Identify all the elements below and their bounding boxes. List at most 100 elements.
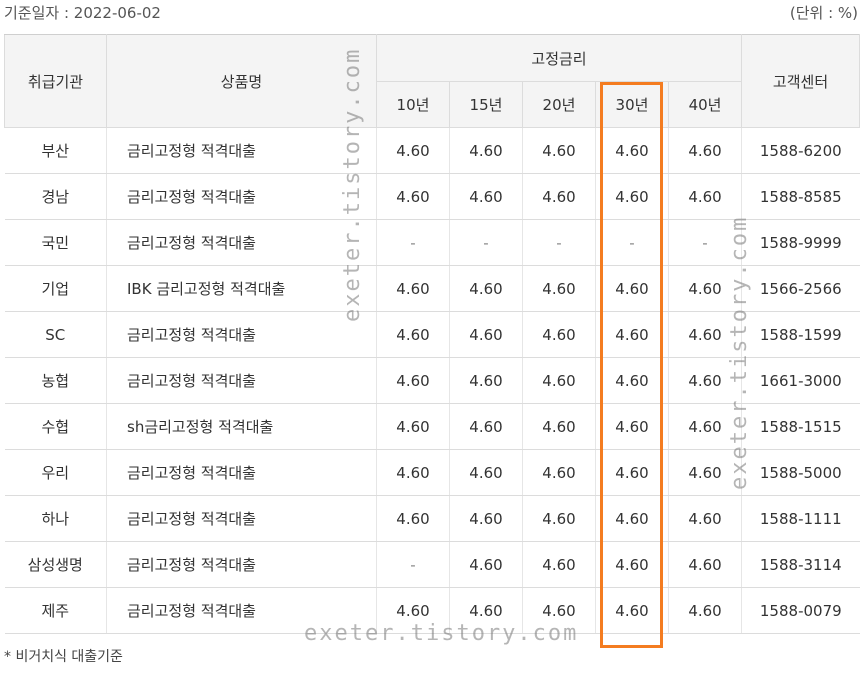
header-institution: 취급기관 <box>4 34 107 128</box>
phone-cell: 1588-5000 <box>741 449 860 496</box>
footnote: * 비거치식 대출기준 <box>4 649 123 665</box>
reference-date: 기준일자 : 2022-06-02 <box>4 4 161 22</box>
table-row: 국민 금리고정형 적격대출 - - - - - 1588-9999 <box>4 219 860 266</box>
rate-cell: 4.60 <box>667 587 742 634</box>
institution-cell: 경남 <box>4 173 107 220</box>
header-fixed-rate: 고정금리 <box>375 34 743 82</box>
rate-cell: - <box>595 219 669 266</box>
header-term-20: 20년 <box>522 81 596 128</box>
product-cell: 금리고정형 적격대출 <box>106 357 377 404</box>
product-cell: 금리고정형 적격대출 <box>106 587 377 634</box>
rate-cell: - <box>667 219 742 266</box>
rate-cell: 4.60 <box>667 403 742 450</box>
table-row: 농협 금리고정형 적격대출 4.60 4.60 4.60 4.60 4.60 1… <box>4 357 860 404</box>
rate-cell: 4.60 <box>522 403 596 450</box>
rate-cell: 4.60 <box>522 265 596 312</box>
rate-cell: 4.60 <box>667 311 742 358</box>
product-cell: IBK 금리고정형 적격대출 <box>106 265 377 312</box>
product-cell: sh금리고정형 적격대출 <box>106 403 377 450</box>
product-cell: 금리고정형 적격대출 <box>106 219 377 266</box>
rate-cell: 4.60 <box>667 449 742 496</box>
rate-cell: 4.60 <box>522 357 596 404</box>
phone-cell: 1588-0079 <box>741 587 860 634</box>
phone-cell: 1566-2566 <box>741 265 860 312</box>
table-row: 경남 금리고정형 적격대출 4.60 4.60 4.60 4.60 4.60 1… <box>4 173 860 220</box>
institution-cell: 우리 <box>4 449 107 496</box>
product-cell: 금리고정형 적격대출 <box>106 449 377 496</box>
product-cell: 금리고정형 적격대출 <box>106 495 377 542</box>
table-row: 우리 금리고정형 적격대출 4.60 4.60 4.60 4.60 4.60 1… <box>4 449 860 496</box>
rate-cell: - <box>376 219 450 266</box>
rate-cell: 4.60 <box>667 265 742 312</box>
rate-cell: 4.60 <box>376 403 450 450</box>
rate-cell: 4.60 <box>595 311 669 358</box>
table-row: SC 금리고정형 적격대출 4.60 4.60 4.60 4.60 4.60 1… <box>4 311 860 358</box>
table-body: 부산 금리고정형 적격대출 4.60 4.60 4.60 4.60 4.60 1… <box>4 127 860 634</box>
unit-label: (단위 : %) <box>789 4 858 22</box>
header-product: 상품명 <box>106 34 377 128</box>
institution-cell: 농협 <box>4 357 107 404</box>
rate-cell: 4.60 <box>449 541 523 588</box>
header-term-15: 15년 <box>449 81 523 128</box>
product-cell: 금리고정형 적격대출 <box>106 541 377 588</box>
table-row: 삼성생명 금리고정형 적격대출 - 4.60 4.60 4.60 4.60 15… <box>4 541 860 588</box>
loan-rate-table: 취급기관 상품명 고정금리 고객센터 10년 15년 20년 30년 40년 부… <box>4 34 861 634</box>
rate-cell: 4.60 <box>449 587 523 634</box>
rate-cell: 4.60 <box>376 173 450 220</box>
phone-cell: 1588-3114 <box>741 541 860 588</box>
rate-cell: 4.60 <box>449 311 523 358</box>
rate-cell: - <box>376 541 450 588</box>
rate-cell: 4.60 <box>522 449 596 496</box>
rate-cell: 4.60 <box>667 357 742 404</box>
phone-cell: 1588-9999 <box>741 219 860 266</box>
phone-cell: 1588-6200 <box>741 127 860 174</box>
rate-cell: 4.60 <box>376 127 450 174</box>
rate-cell: 4.60 <box>595 449 669 496</box>
product-cell: 금리고정형 적격대출 <box>106 311 377 358</box>
table-row: 수협 sh금리고정형 적격대출 4.60 4.60 4.60 4.60 4.60… <box>4 403 860 450</box>
rate-cell: 4.60 <box>449 357 523 404</box>
rate-cell: 4.60 <box>522 541 596 588</box>
phone-cell: 1661-3000 <box>741 357 860 404</box>
institution-cell: 국민 <box>4 219 107 266</box>
table-row: 하나 금리고정형 적격대출 4.60 4.60 4.60 4.60 4.60 1… <box>4 495 860 542</box>
rate-cell: 4.60 <box>595 587 669 634</box>
table-row: 기업 IBK 금리고정형 적격대출 4.60 4.60 4.60 4.60 4.… <box>4 265 860 312</box>
rate-cell: 4.60 <box>595 127 669 174</box>
header-term-40: 40년 <box>667 81 743 128</box>
rate-cell: 4.60 <box>667 127 742 174</box>
rate-cell: 4.60 <box>376 357 450 404</box>
product-cell: 금리고정형 적격대출 <box>106 173 377 220</box>
rate-cell: 4.60 <box>595 403 669 450</box>
institution-cell: SC <box>4 311 107 358</box>
phone-cell: 1588-1515 <box>741 403 860 450</box>
header-term-10: 10년 <box>376 81 450 128</box>
rate-cell: 4.60 <box>449 449 523 496</box>
header-customer-center: 고객센터 <box>741 34 861 128</box>
rate-cell: 4.60 <box>449 403 523 450</box>
rate-cell: 4.60 <box>595 495 669 542</box>
institution-cell: 하나 <box>4 495 107 542</box>
rate-cell: 4.60 <box>449 173 523 220</box>
phone-cell: 1588-8585 <box>741 173 860 220</box>
rate-cell: - <box>522 219 596 266</box>
institution-cell: 기업 <box>4 265 107 312</box>
phone-cell: 1588-1599 <box>741 311 860 358</box>
rate-cell: - <box>449 219 523 266</box>
rate-cell: 4.60 <box>376 449 450 496</box>
rate-cell: 4.60 <box>449 127 523 174</box>
rate-cell: 4.60 <box>449 265 523 312</box>
rate-cell: 4.60 <box>522 127 596 174</box>
rate-cell: 4.60 <box>449 495 523 542</box>
institution-cell: 제주 <box>4 587 107 634</box>
rate-cell: 4.60 <box>595 173 669 220</box>
rate-cell: 4.60 <box>595 265 669 312</box>
table-row: 제주 금리고정형 적격대출 4.60 4.60 4.60 4.60 4.60 1… <box>4 587 860 634</box>
rate-cell: 4.60 <box>376 311 450 358</box>
rate-cell: 4.60 <box>667 541 742 588</box>
rate-cell: 4.60 <box>595 541 669 588</box>
rate-cell: 4.60 <box>667 495 742 542</box>
header-term-30: 30년 <box>595 81 669 128</box>
institution-cell: 수협 <box>4 403 107 450</box>
phone-cell: 1588-1111 <box>741 495 860 542</box>
